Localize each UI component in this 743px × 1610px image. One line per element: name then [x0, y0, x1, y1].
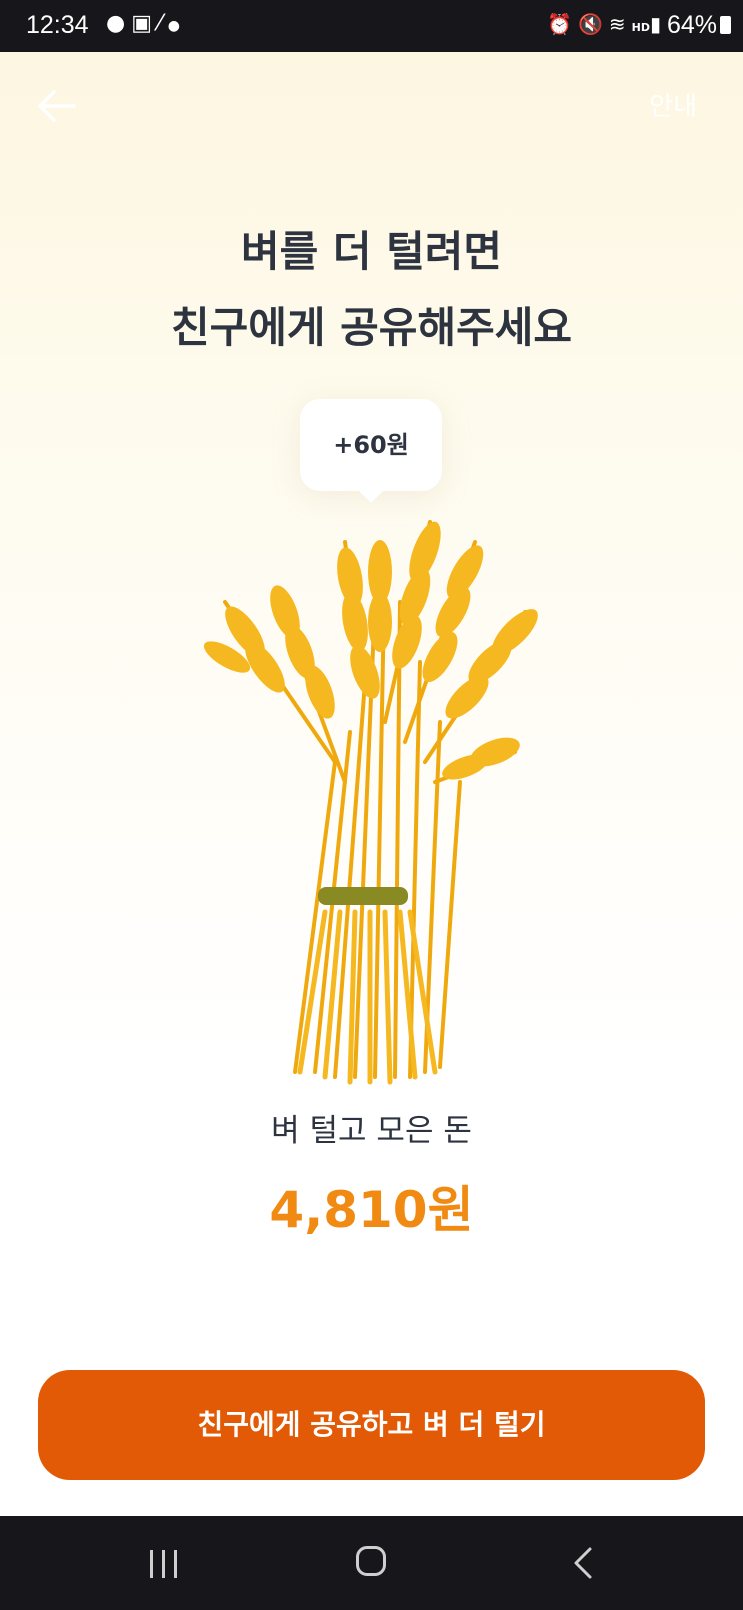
reward-bubble: +60원: [300, 399, 442, 491]
signal-icon: ▮: [649, 12, 667, 36]
recents-button[interactable]: [150, 1550, 180, 1578]
back-icon: [574, 1547, 592, 1579]
system-nav-bar: [0, 1516, 743, 1610]
status-right-icons: ⏰🔇≋HD▮: [547, 12, 667, 36]
arrow-left-icon: [38, 90, 76, 122]
nav-back-button[interactable]: [568, 1546, 600, 1580]
battery-icon: [720, 16, 731, 34]
recents-icon-bar: [174, 1550, 177, 1578]
app-notification-icon: ⁄: [158, 11, 168, 36]
guide-link[interactable]: 안내: [649, 86, 697, 123]
page-title-line1: 벼를 더 털려면: [240, 227, 503, 276]
total-money-amount: 4,810원: [269, 1181, 474, 1239]
page-title: 벼를 더 털려면 친구에게 공유해주세요: [0, 214, 743, 366]
recents-icon-bar: [162, 1550, 165, 1578]
gallery-icon: ▣: [131, 11, 158, 36]
messenger-icon: ●: [106, 11, 132, 36]
battery-percent: 64%: [666, 11, 717, 39]
status-time: 12:34: [26, 11, 89, 39]
share-with-friend-button[interactable]: 친구에게 공유하고 벼 더 털기: [38, 1370, 705, 1480]
wifi-icon: ≋: [608, 12, 632, 36]
page-title-line2: 친구에게 공유해주세요: [170, 303, 573, 352]
alarm-icon: ⏰: [547, 12, 578, 36]
status-bar: 12:34 ●▣⁄● ⏰🔇≋HD▮ 64%: [0, 0, 743, 52]
back-button[interactable]: [34, 84, 78, 128]
status-left-icons: ●▣⁄●: [106, 11, 186, 36]
total-money-label: 벼 털고 모은 돈: [271, 1113, 472, 1149]
wheat-illustration[interactable]: [185, 482, 565, 1092]
battery-indicator: 64%: [667, 11, 731, 40]
dot-icon: ●: [167, 18, 186, 34]
hd-voice-icon: HD: [631, 21, 650, 34]
mute-icon: 🔇: [577, 12, 609, 36]
recents-icon: [150, 1550, 153, 1578]
home-button[interactable]: [356, 1546, 386, 1576]
main-content: 안내 벼를 더 털려면 친구에게 공유해주세요 +60원 벼 털고 모은 돈 4…: [0, 52, 743, 1516]
